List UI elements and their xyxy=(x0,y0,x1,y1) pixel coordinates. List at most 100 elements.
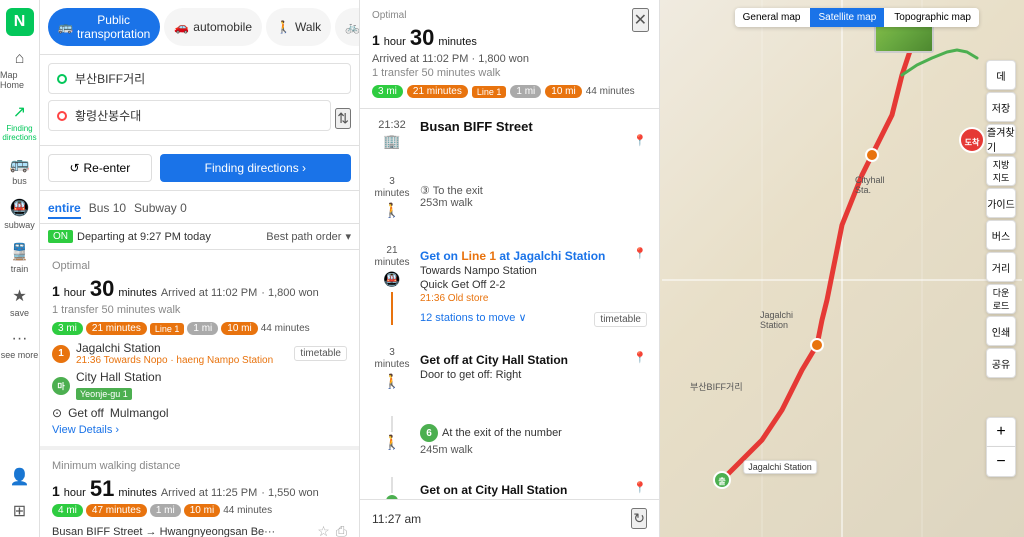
getonbus-pin-icon[interactable]: 📍 xyxy=(633,481,647,494)
step-getonbus: Get on at City Hall Station 📍 Yeonje-gu … xyxy=(360,467,659,499)
subway-step-icon: 🚇 xyxy=(383,271,400,288)
tool-save[interactable]: 저장 xyxy=(986,92,1016,122)
tab-satellite-map[interactable]: Satellite map xyxy=(810,8,884,27)
map-station-label-jagalchi-box: Jagalchi Station xyxy=(743,460,817,474)
tool-download[interactable]: 다운로드 xyxy=(986,284,1016,314)
end-input[interactable]: 황령산봉수대 xyxy=(75,107,322,124)
min-walk-cost: · 1,550 won xyxy=(261,487,319,499)
map-area[interactable]: 출 도착 부산BIFF거리 JagalchiStation CityhallSt… xyxy=(660,0,1024,537)
walk-icon: 🚶 xyxy=(276,20,291,34)
sidebar-label-more: see more xyxy=(1,350,39,360)
find-directions-button[interactable]: Finding directions › xyxy=(160,154,351,182)
zoom-out-button[interactable]: − xyxy=(986,447,1016,477)
tab-bus10[interactable]: Bus 10 xyxy=(89,199,126,219)
tab-walk[interactable]: 🚶 Walk xyxy=(266,8,331,46)
min-walk-hours-unit: hour xyxy=(64,487,86,499)
best-order[interactable]: Best path order ▾ xyxy=(266,230,351,243)
sidebar-label-save: save xyxy=(10,308,29,318)
map-label-biff: 부산BIFF거리 xyxy=(690,380,743,393)
sidebar-item-subway[interactable]: 🚇 subway xyxy=(0,192,39,236)
view-details-link[interactable]: View Details › xyxy=(52,424,347,436)
walk1-distance: 253m walk xyxy=(420,197,647,209)
tool-bookmark[interactable]: 즐겨찾기 xyxy=(986,124,1016,154)
bookmark-icon[interactable]: ☆ xyxy=(317,523,330,537)
tab-entire[interactable]: entire xyxy=(48,199,81,219)
mw-tag-1mi: 1 mi xyxy=(150,504,181,517)
mw-tag-44min: 44 minutes xyxy=(223,505,272,516)
refresh-button[interactable]: ↻ xyxy=(631,508,647,529)
timetable-button[interactable]: timetable xyxy=(294,346,347,361)
optimal-cost: · 1,800 won xyxy=(261,287,319,299)
footer-time: 11:27 am xyxy=(372,512,421,526)
tag-10mi: 10 mi xyxy=(221,322,257,335)
getoff-duration: 3minutes xyxy=(374,347,409,371)
map-label-jagalchi: JagalchiStation xyxy=(760,310,793,330)
subway-pin-icon[interactable]: 📍 xyxy=(633,247,647,260)
swap-button[interactable]: ⇅ xyxy=(335,108,351,129)
mw-tag-4mi: 4 mi xyxy=(52,504,83,517)
depart-row: ON Departing at 9:27 PM today Best path … xyxy=(40,224,359,250)
search-inputs: 부산BIFF거리 황령산봉수대 ⇅ xyxy=(40,55,359,146)
tool-distance[interactable]: 거리 xyxy=(986,252,1016,282)
zoom-in-button[interactable]: + xyxy=(986,417,1016,447)
sidebar-item-bus[interactable]: 🚌 bus xyxy=(0,148,39,192)
sidebar-item-train[interactable]: 🚆 train xyxy=(0,236,39,280)
transport-tabs: 🚌 Public transportation 🚗 automobile 🚶 W… xyxy=(40,0,359,55)
sidebar-item-apps[interactable]: ⊞ xyxy=(0,495,39,529)
share-icon[interactable]: ⎙ xyxy=(336,523,347,537)
detail-arrived: Arrived at 11:02 PM · 1,800 won xyxy=(372,53,647,65)
line1-badge: 1 xyxy=(52,345,70,363)
tool-print[interactable]: 인쇄 xyxy=(986,316,1016,346)
step-line-exit-top xyxy=(391,416,393,432)
step-exit-left: 🚶 xyxy=(372,416,412,457)
start-input-row[interactable]: 부산BIFF거리 xyxy=(48,63,351,94)
subway-duration: 21minutes xyxy=(374,245,409,269)
subway-timetable-btn[interactable]: timetable xyxy=(594,312,647,327)
tab-general-map[interactable]: General map xyxy=(735,8,809,27)
optimal-route-tags: 3 mi 21 minutes Line 1 1 mi 10 mi 44 min… xyxy=(52,322,347,335)
line1-detail-row: 1 Jagalchi Station 21:36 Towards Nopo · … xyxy=(52,341,347,366)
start-input[interactable]: 부산BIFF거리 xyxy=(75,70,342,87)
tool-share[interactable]: 공유 xyxy=(986,348,1016,378)
tab-topographic-map[interactable]: Topographic map xyxy=(886,8,979,27)
tab-automobile[interactable]: 🚗 automobile xyxy=(164,8,262,46)
get-on-line1-action: Get on Line 1 at Jagalchi Station xyxy=(420,249,647,263)
getoff-walk-icon: 🚶 xyxy=(383,373,400,390)
sidebar-item-map-home[interactable]: ⌂ Map Home xyxy=(0,44,39,96)
walk-exit-icon: 🚶 xyxy=(383,434,400,451)
sidebar-item-finding-directions[interactable]: ↗ Finding directions xyxy=(0,96,39,148)
optimal-sub: 1 transfer 50 minutes walk xyxy=(52,304,347,316)
detail-hours: 1 xyxy=(372,32,380,48)
tab-bicycle[interactable]: 🚲 bicycle xyxy=(335,8,360,46)
location-pin-icon[interactable]: 📍 xyxy=(633,134,647,147)
getoff-title: Get off at City Hall Station xyxy=(420,353,647,367)
optimal-result-card: Optimal 1 hour 30 minutes Arrived at 11:… xyxy=(40,250,359,450)
tab-subway0[interactable]: Subway 0 xyxy=(134,199,187,219)
close-button[interactable]: ✕ xyxy=(632,8,649,32)
tool-bus[interactable]: 버스 xyxy=(986,220,1016,250)
tab-public-transport[interactable]: 🚌 Public transportation xyxy=(48,8,160,46)
optimal-label: Optimal xyxy=(52,260,347,272)
exit-walk-dist: 245m walk xyxy=(420,444,647,456)
dtag-44min: 44 minutes xyxy=(586,86,635,97)
depart-text[interactable]: Departing at 9:27 PM today xyxy=(77,231,211,243)
end-input-row[interactable]: 황령산봉수대 xyxy=(48,100,331,131)
step-getoff-left: 3minutes 🚶 xyxy=(372,347,412,396)
tab-walk-label: Walk xyxy=(295,20,321,34)
getoff-pin-icon[interactable]: 📍 xyxy=(633,351,647,364)
map-zoom-controls: + − xyxy=(986,417,1016,477)
sidebar-item-more[interactable]: ··· see more xyxy=(0,324,39,366)
reenter-button[interactable]: ↺ Re-enter xyxy=(48,154,152,182)
step-getoff-right: Get off at City Hall Station 📍 Door to g… xyxy=(420,347,647,396)
stations-expand[interactable]: 12 stations to move ∨ xyxy=(420,311,527,324)
detail-time-row: 1 hour 30 minutes xyxy=(372,25,647,51)
walk1-to-exit: ③ To the exit 253m walk xyxy=(420,184,647,209)
app-logo: N xyxy=(6,8,34,36)
tool-local[interactable]: 지방지도 xyxy=(986,156,1016,186)
sidebar-item-account[interactable]: 👤 xyxy=(0,461,39,495)
tool-guide[interactable]: 가이드 xyxy=(986,188,1016,218)
sidebar-item-save[interactable]: ★ save xyxy=(0,280,39,324)
to-exit-label: ③ To the exit xyxy=(420,184,647,197)
line1-label: Line 1 xyxy=(461,249,496,263)
tool-de[interactable]: 데 xyxy=(986,60,1016,90)
